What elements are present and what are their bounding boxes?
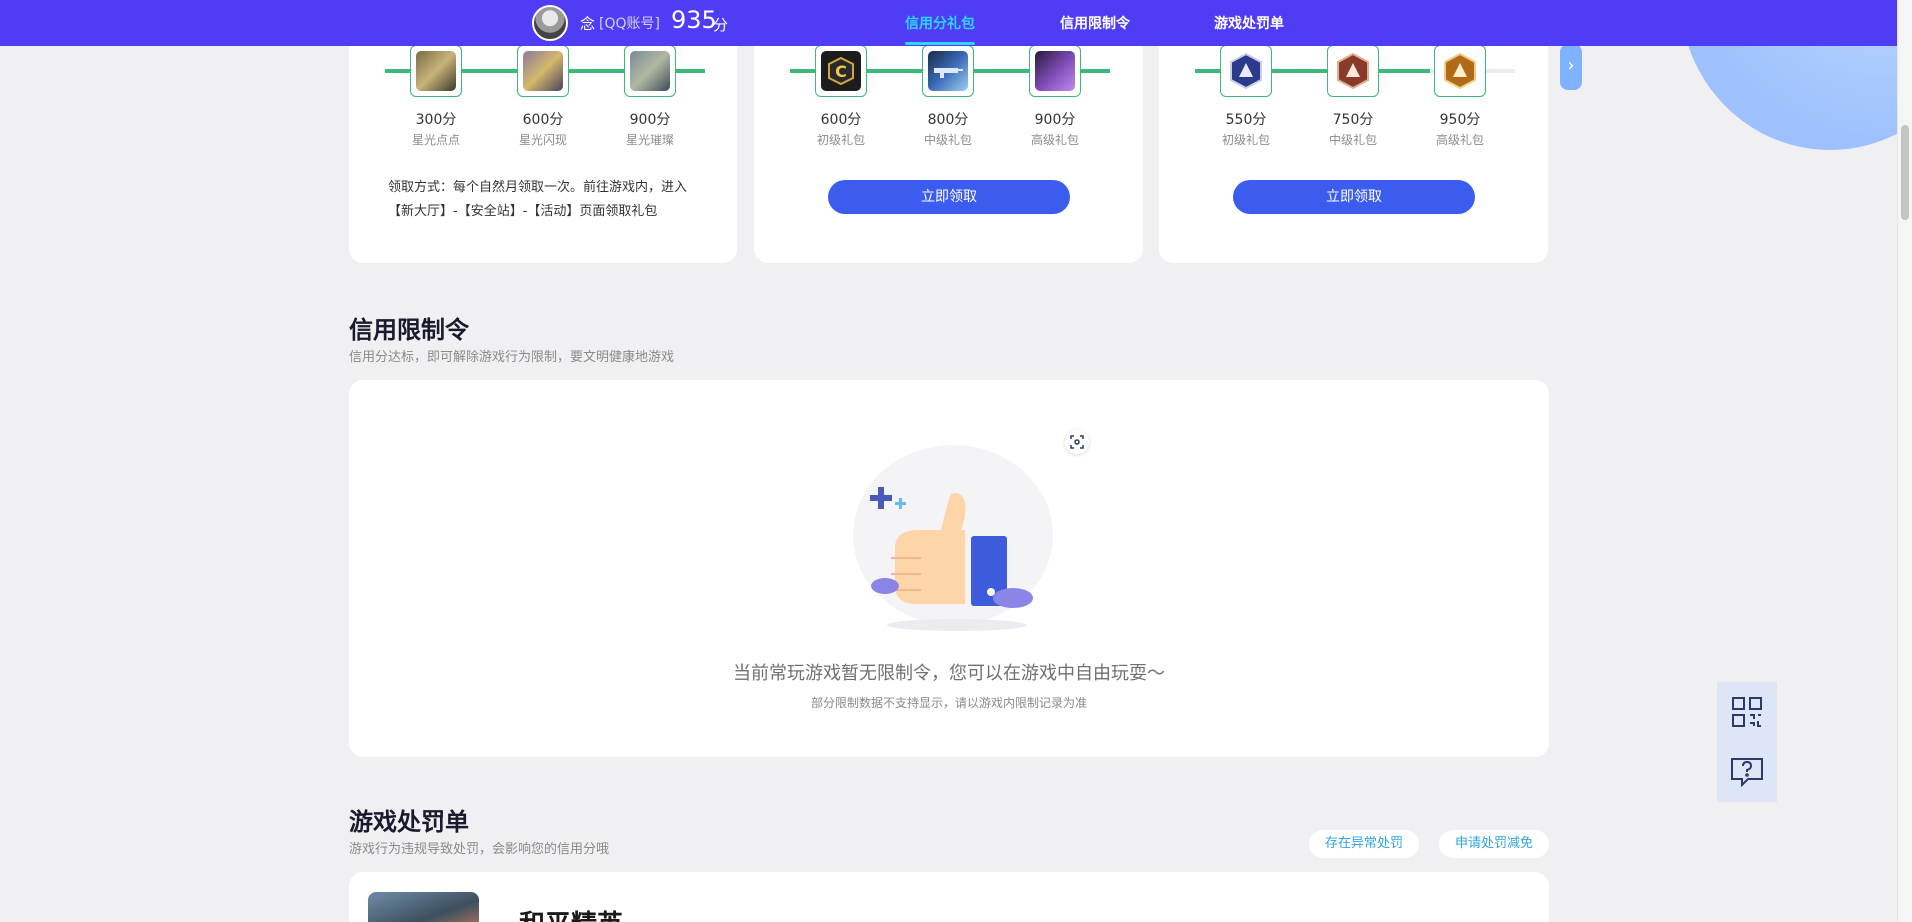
qr-code-icon [1732,697,1762,727]
weapon-skin-icon[interactable] [922,45,974,97]
tab-restriction[interactable]: 信用限制令 [1060,13,1130,33]
item-score: 900分 [629,112,671,128]
question-chat-icon [1731,758,1763,787]
item-name: 初级礼包 [816,133,865,147]
abnormal-penalty-button[interactable]: 存在异常处罚 [1309,830,1419,858]
item-name: 高级礼包 [1030,133,1079,147]
rank-badge-icon[interactable] [1327,45,1379,97]
scan-icon[interactable] [1065,430,1089,454]
rank-badge-icon[interactable] [1434,45,1486,97]
penalty-section-subtitle: 游戏行为违规导致处罚，会影响您的信用分哦 [349,842,610,857]
item-name: 中级礼包 [1328,133,1377,147]
item-name: 高级礼包 [1435,133,1484,147]
claim-now-button[interactable]: 立即领取 [1233,180,1475,214]
active-tab-indicator [905,42,975,45]
vehicle-skin-icon[interactable] [1029,45,1081,97]
no-restriction-message: 当前常玩游戏暂无限制令，您可以在游戏中自由玩耍～ [733,663,1165,684]
top-nav-bar: 念 [QQ账号] 935 分 信用分礼包 信用限制令 游戏处罚单 [0,0,1897,46]
restriction-data-note: 部分限制数据不支持显示，请以游戏内限制记录为准 [810,696,1087,710]
scrollbar-thumb[interactable] [1901,125,1909,220]
carousel-next-button[interactable]: › [1560,44,1582,90]
nickname: 念 [580,15,596,33]
item-score: 750分 [1332,112,1374,128]
item-name: 中级礼包 [923,133,972,147]
chevron-right-icon: › [1567,55,1575,76]
tab-penalty[interactable]: 游戏处罚单 [1214,13,1284,33]
item-name: 星光闪现 [518,133,567,147]
qr-code-button[interactable] [1717,682,1777,742]
starlight-pet-icon[interactable] [410,45,462,97]
apply-penalty-reduction-button[interactable]: 申请处罚减免 [1439,830,1549,858]
claim-method-text: 领取方式：每个自然月领取一次。前往游戏内，进入【新大厅】-【安全站】-【活动】页… [388,180,688,219]
avatar[interactable] [532,5,568,41]
item-score: 800分 [927,112,969,128]
game-name: 和平精英 [519,904,623,922]
c-badge-icon[interactable]: C [815,45,867,97]
starlight-pet-icon[interactable] [624,45,676,97]
restriction-section-title: 信用限制令 [349,316,469,344]
item-name: 星光点点 [411,133,460,147]
penalty-section-title: 游戏处罚单 [349,808,469,836]
tab-credit-gift[interactable]: 信用分礼包 [905,13,975,33]
page-scrollbar[interactable] [1897,0,1912,922]
claim-now-button[interactable]: 立即领取 [828,180,1070,214]
item-score: 300分 [415,112,457,128]
item-score: 550分 [1225,112,1267,128]
item-score: 600分 [820,112,862,128]
svg-text:C: C [835,62,847,81]
restriction-section-subtitle: 信用分达标，即可解除游戏行为限制，要文明健康地游戏 [349,350,675,365]
credit-score-unit: 分 [713,16,729,34]
item-score: 600分 [522,112,564,128]
thumbs-up-illustration [853,445,1053,631]
account-tag: [QQ账号] [599,16,660,32]
help-feedback-button[interactable] [1717,742,1777,802]
rank-badge-icon[interactable] [1220,45,1272,97]
item-score: 900分 [1034,112,1076,128]
credit-score: 935 [671,6,717,34]
item-name: 初级礼包 [1221,133,1270,147]
item-name: 星光璀璨 [625,133,674,147]
item-score: 950分 [1439,112,1481,128]
game-thumbnail[interactable] [368,892,479,922]
starlight-pet-icon[interactable] [517,45,569,97]
